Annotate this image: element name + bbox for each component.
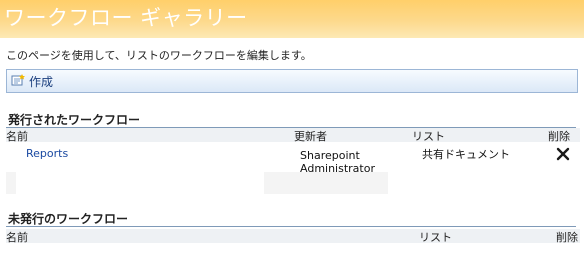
column-delete: 削除 [556, 231, 578, 244]
column-modified-by[interactable]: 更新者 [294, 128, 327, 144]
column-name[interactable]: 名前 [6, 128, 28, 144]
unpublished-heading: 未発行のワークフロー [8, 212, 129, 226]
published-column-header: 名前 更新者 リスト 削除 [6, 128, 580, 144]
unpublished-column-header: 名前 リスト 削除 [6, 229, 580, 245]
published-heading: 発行されたワークフロー [8, 113, 141, 127]
modified-by-line1: Sharepoint [300, 149, 360, 162]
row-spacer-left [6, 172, 16, 194]
page-title: ワークフロー ギャラリー [4, 6, 248, 30]
create-button[interactable]: 作成 [11, 73, 53, 90]
workflow-link-reports[interactable]: Reports [26, 147, 68, 160]
new-document-icon [11, 73, 29, 90]
column-delete: 削除 [548, 130, 570, 143]
create-label: 作成 [29, 75, 54, 89]
column-list[interactable]: リスト [412, 128, 445, 144]
unpublished-rule [6, 226, 576, 227]
column-list[interactable]: リスト [419, 229, 452, 245]
list-value: 共有ドキュメント [422, 148, 510, 161]
close-icon[interactable] [555, 146, 571, 162]
row-spacer-mid [264, 172, 388, 194]
page-description: このページを使用して、リストのワークフローを編集します。 [6, 49, 312, 62]
toolbar: 作成 [6, 69, 578, 93]
column-name[interactable]: 名前 [6, 229, 28, 245]
